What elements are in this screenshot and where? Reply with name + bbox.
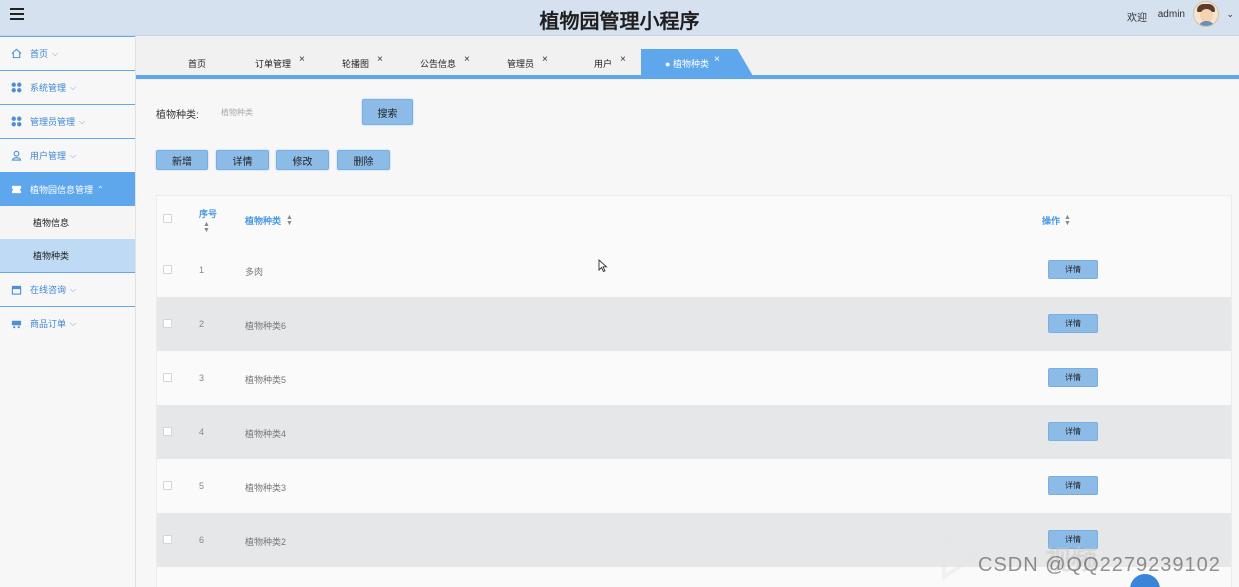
row-detail-button[interactable]: 详情 <box>1048 260 1098 279</box>
search-input[interactable] <box>213 102 343 122</box>
chevron-down-icon: ⌵ <box>70 150 77 160</box>
tab-plant-type[interactable]: ● 植物种类 <box>665 57 709 70</box>
cell-index: 2 <box>199 319 205 329</box>
cell-index: 1 <box>199 265 205 275</box>
cell-index: 6 <box>199 535 205 545</box>
cell-name: 植物种类2 <box>245 537 287 547</box>
row-checkbox[interactable] <box>163 535 172 544</box>
welcome-text: 欢迎 <box>1127 13 1147 24</box>
sidebar-item-label: 管理员管理 <box>30 117 76 127</box>
row-detail-button[interactable]: 详情 <box>1048 476 1098 495</box>
edit-button[interactable]: 修改 <box>276 150 329 170</box>
cell-name: 植物种类6 <box>245 321 287 331</box>
sidebar-item-admin[interactable]: 管理员管理 ⌵ <box>0 104 135 138</box>
close-icon[interactable]: × <box>542 54 548 65</box>
cell-index: 3 <box>199 373 205 383</box>
sort-icon[interactable]: ▲ ▼ <box>203 221 210 234</box>
add-button[interactable]: 新增 <box>156 150 208 170</box>
close-icon[interactable]: × <box>714 54 720 65</box>
cell-index: 5 <box>199 481 205 491</box>
sidebar-subitem-plant-type[interactable]: 植物种类 <box>0 239 135 272</box>
search-label: 植物种类: <box>156 110 199 121</box>
chevron-down-icon: ⌵ <box>52 48 59 58</box>
sidebar: 首页 ⌵ 系统管理 ⌵ 管理员管理 ⌵ 用户管理 ⌵ 植物园信息管理 ⌃ 植物信… <box>0 36 136 587</box>
chevron-down-icon[interactable]: ⌄ <box>1226 9 1234 20</box>
home-icon <box>10 48 22 60</box>
top-bar: 植物园管理小程序 欢迎 admin ⌄ <box>0 0 1239 36</box>
table-row: 5 植物种类3 详情 <box>157 459 1231 513</box>
chevron-down-icon: ⌵ <box>70 82 77 92</box>
column-header-action: 操作 <box>1042 216 1061 226</box>
sort-icon[interactable]: ▲ ▼ <box>286 214 293 227</box>
row-checkbox[interactable] <box>163 427 172 436</box>
row-detail-button[interactable]: 详情 <box>1048 368 1098 387</box>
select-all-checkbox[interactable] <box>163 214 172 223</box>
delete-button[interactable]: 删除 <box>337 150 390 170</box>
search-button[interactable]: 搜索 <box>362 99 413 125</box>
column-header-name[interactable]: 植物种类 <box>245 214 281 227</box>
close-icon[interactable]: × <box>620 54 626 65</box>
chevron-down-icon: ⌵ <box>70 284 77 294</box>
sidebar-subitem-plant-info[interactable]: 植物信息 <box>0 206 135 239</box>
user-icon <box>10 150 22 162</box>
sort-icon[interactable]: ▲ ▼ <box>1064 214 1071 227</box>
chevron-down-icon: ⌵ <box>79 116 86 126</box>
row-checkbox[interactable] <box>163 265 172 274</box>
row-checkbox[interactable] <box>163 481 172 490</box>
row-detail-button[interactable]: 详情 <box>1048 422 1098 441</box>
avatar[interactable] <box>1193 1 1219 27</box>
tab-notice[interactable]: 公告信息 <box>420 57 456 70</box>
close-icon[interactable]: × <box>464 54 470 65</box>
row-detail-button[interactable]: 详情 <box>1048 314 1098 333</box>
sidebar-item-label: 商品订单 <box>30 319 67 329</box>
table-row: 2 植物种类6 详情 <box>157 297 1231 351</box>
table-row: 3 植物种类5 详情 <box>157 351 1231 405</box>
tab-underline <box>136 75 1239 79</box>
sidebar-item-label: 系统管理 <box>30 83 67 93</box>
cart-icon <box>10 318 22 330</box>
tab-orders[interactable]: 订单管理 <box>255 57 291 70</box>
cell-name: 多肉 <box>245 267 264 277</box>
sidebar-item-users[interactable]: 用户管理 ⌵ <box>0 138 135 172</box>
tab-carousel[interactable]: 轮播图 <box>342 57 369 70</box>
sidebar-item-home[interactable]: 首页 ⌵ <box>0 36 135 70</box>
store-icon <box>10 284 22 296</box>
detail-button[interactable]: 详情 <box>216 150 269 170</box>
cell-name: 植物种类4 <box>245 429 287 439</box>
row-checkbox[interactable] <box>163 373 172 382</box>
sidebar-item-garden-info[interactable]: 植物园信息管理 ⌃ <box>0 172 135 206</box>
ticket-icon <box>10 184 22 196</box>
close-icon[interactable]: × <box>299 54 305 65</box>
grid-icon <box>10 116 22 128</box>
user-name: admin <box>1157 9 1185 20</box>
close-icon[interactable]: × <box>377 54 383 65</box>
sidebar-item-system[interactable]: 系统管理 ⌵ <box>0 70 135 104</box>
table-row: 1 多肉 详情 <box>157 243 1231 297</box>
data-table: 序号 ▲ ▼ 植物种类 ▲ ▼ 操作 ▲ ▼ 1 多肉 详情 2 植物种类6 详情 3… <box>156 195 1232 587</box>
cell-index: 4 <box>199 427 205 437</box>
column-header-index[interactable]: 序号 <box>199 207 217 220</box>
sidebar-item-label: 用户管理 <box>30 151 67 161</box>
tab-user[interactable]: 用户 <box>594 57 612 70</box>
sidebar-item-label: 植物园信息管理 <box>30 185 94 195</box>
sidebar-item-label: 首页 <box>30 49 49 59</box>
chevron-down-icon: ⌵ <box>70 318 77 328</box>
tab-home[interactable]: 首页 <box>188 57 206 70</box>
table-row: 4 植物种类4 详情 <box>157 405 1231 459</box>
app-title: 植物园管理小程序 <box>539 11 700 33</box>
cell-name: 植物种类5 <box>245 375 287 385</box>
tab-admin[interactable]: 管理员 <box>507 57 534 70</box>
watermark-text: CSDN @QQ2279239102 <box>978 554 1221 576</box>
play-logo-icon <box>942 533 978 581</box>
table-header: 序号 ▲ ▼ 植物种类 ▲ ▼ 操作 ▲ ▼ <box>157 196 1231 243</box>
grid-icon <box>10 82 22 94</box>
sidebar-item-orders[interactable]: 商品订单 ⌵ <box>0 306 135 340</box>
cell-name: 植物种类3 <box>245 483 287 493</box>
sidebar-item-consult[interactable]: 在线咨询 ⌵ <box>0 272 135 306</box>
chevron-up-icon: ⌃ <box>97 185 104 194</box>
sidebar-item-label: 在线咨询 <box>30 285 67 295</box>
row-checkbox[interactable] <box>163 319 172 328</box>
